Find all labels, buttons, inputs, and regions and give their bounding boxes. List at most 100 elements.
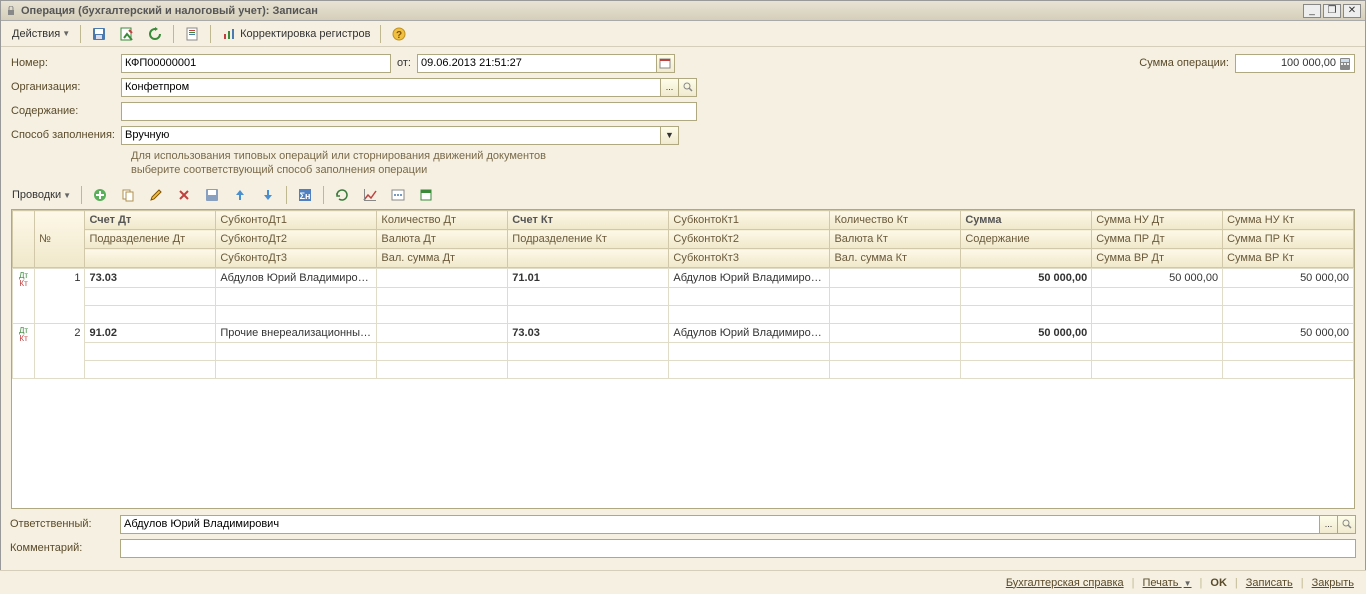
col-sub-kt2[interactable]: СубконтоКт2 — [669, 230, 830, 249]
cell-sub-dt1[interactable]: Абдулов Юрий Владимирович — [216, 269, 377, 288]
save-grid-button[interactable] — [199, 185, 225, 205]
register-correction-button[interactable]: Корректировка регистров — [216, 24, 375, 44]
add-row-button[interactable] — [87, 185, 113, 205]
responsible-input[interactable] — [120, 515, 1320, 534]
move-down-button[interactable] — [255, 185, 281, 205]
responsible-search-button[interactable] — [1338, 515, 1356, 534]
col-qty-dt[interactable]: Количество Дт — [377, 211, 508, 230]
settings-button[interactable] — [385, 185, 411, 205]
col-pr-dt[interactable]: Сумма ПР Дт — [1092, 230, 1223, 249]
cell[interactable] — [830, 288, 961, 306]
col-icon[interactable] — [13, 211, 35, 268]
col-sum[interactable]: Сумма — [961, 211, 1092, 230]
cell[interactable] — [377, 288, 508, 306]
org-search-button[interactable] — [679, 78, 697, 97]
close-window-button[interactable]: ✕ — [1343, 4, 1361, 18]
col-cursum-dt[interactable]: Вал. сумма Дт — [377, 249, 508, 268]
cell[interactable] — [1092, 288, 1223, 306]
cell[interactable] — [830, 306, 961, 324]
cell[interactable] — [508, 306, 669, 324]
cell[interactable] — [216, 343, 377, 361]
cell[interactable] — [669, 343, 830, 361]
cell[interactable] — [1223, 288, 1354, 306]
row-num[interactable]: 2 — [35, 324, 85, 379]
edit-row-button[interactable] — [143, 185, 169, 205]
export-button[interactable] — [413, 185, 439, 205]
sum-input[interactable]: 100 000,00 — [1235, 54, 1355, 73]
org-input[interactable] — [121, 78, 661, 97]
cell[interactable] — [669, 306, 830, 324]
col-vr-dt[interactable]: Сумма ВР Дт — [1092, 249, 1223, 268]
row-num[interactable]: 1 — [35, 269, 85, 324]
col-sub-dt1[interactable]: СубконтоДт1 — [216, 211, 377, 230]
reload-button[interactable] — [329, 185, 355, 205]
cell[interactable] — [508, 343, 669, 361]
cell-qty-kt[interactable] — [830, 324, 961, 343]
cell[interactable] — [85, 306, 216, 324]
maximize-button[interactable]: ❐ — [1323, 4, 1341, 18]
fill-mode-input[interactable] — [121, 126, 661, 145]
cell-acct-kt[interactable]: 71.01 — [508, 269, 669, 288]
ok-button[interactable]: OK — [1206, 577, 1231, 589]
col-cursum-kt[interactable]: Вал. сумма Кт — [830, 249, 961, 268]
cell[interactable] — [1223, 361, 1354, 379]
cell[interactable] — [961, 288, 1092, 306]
cell[interactable] — [85, 361, 216, 379]
minimize-button[interactable]: _ — [1303, 4, 1321, 18]
calendar-button[interactable] — [657, 54, 675, 73]
cell[interactable] — [216, 306, 377, 324]
col-sub-dt2[interactable]: СубконтоДт2 — [216, 230, 377, 249]
col-sub-kt1[interactable]: СубконтоКт1 — [669, 211, 830, 230]
cell[interactable] — [377, 361, 508, 379]
col-num[interactable]: № — [35, 211, 85, 268]
table-row[interactable]: ДтКт173.03Абдулов Юрий Владимирович71.01… — [13, 269, 1354, 288]
cell[interactable] — [377, 306, 508, 324]
col-acct-kt[interactable]: Счет Кт — [508, 211, 669, 230]
col-cur-kt[interactable]: Валюта Кт — [830, 230, 961, 249]
cell[interactable] — [1092, 306, 1223, 324]
move-up-button[interactable] — [227, 185, 253, 205]
cell-acct-dt[interactable]: 91.02 — [85, 324, 216, 343]
fill-mode-dropdown[interactable]: ▼ — [661, 126, 679, 145]
report-icon-button[interactable] — [179, 24, 205, 44]
col-dept-dt[interactable]: Подразделение Дт — [85, 230, 216, 249]
col-qty-kt[interactable]: Количество Кт — [830, 211, 961, 230]
cell-sub-dt1[interactable]: Прочие внереализационные... — [216, 324, 377, 343]
save-button[interactable]: Записать — [1242, 577, 1297, 589]
save-icon-button[interactable] — [86, 24, 112, 44]
col-nu-kt[interactable]: Сумма НУ Кт — [1223, 211, 1354, 230]
table-row[interactable] — [13, 288, 1354, 306]
cell-acct-dt[interactable]: 73.03 — [85, 269, 216, 288]
table-row[interactable] — [13, 306, 1354, 324]
cell[interactable] — [216, 361, 377, 379]
post-icon-button[interactable] — [114, 24, 140, 44]
entries-menu[interactable]: Проводки▼ — [7, 185, 76, 205]
cell-qty-kt[interactable] — [830, 269, 961, 288]
chart-button[interactable] — [357, 185, 383, 205]
col-acct-dt[interactable]: Счет Дт — [85, 211, 216, 230]
cell-qty-dt[interactable] — [377, 269, 508, 288]
cell[interactable] — [830, 343, 961, 361]
close-button[interactable]: Закрыть — [1308, 577, 1358, 589]
cell[interactable] — [1092, 343, 1223, 361]
cell-nu-dt[interactable]: 50 000,00 — [1092, 269, 1223, 288]
accounting-ref-link[interactable]: Бухгалтерская справка — [1002, 577, 1128, 589]
cell[interactable] — [1092, 361, 1223, 379]
table-row[interactable] — [13, 361, 1354, 379]
delete-row-button[interactable] — [171, 185, 197, 205]
cell[interactable] — [961, 343, 1092, 361]
col-cur-dt[interactable]: Валюта Дт — [377, 230, 508, 249]
cell[interactable] — [508, 288, 669, 306]
cell[interactable] — [961, 306, 1092, 324]
org-select-button[interactable]: ... — [661, 78, 679, 97]
cell[interactable] — [85, 343, 216, 361]
cell-sum[interactable]: 50 000,00 — [961, 324, 1092, 343]
cell-qty-dt[interactable] — [377, 324, 508, 343]
cell[interactable] — [216, 288, 377, 306]
cell-nu-kt[interactable]: 50 000,00 — [1223, 269, 1354, 288]
cell[interactable] — [377, 343, 508, 361]
responsible-select-button[interactable]: ... — [1320, 515, 1338, 534]
cell[interactable] — [1223, 343, 1354, 361]
print-button[interactable]: Печать ▼ — [1139, 577, 1196, 589]
cell-sub-kt1[interactable]: Абдулов Юрий Владимирович — [669, 269, 830, 288]
